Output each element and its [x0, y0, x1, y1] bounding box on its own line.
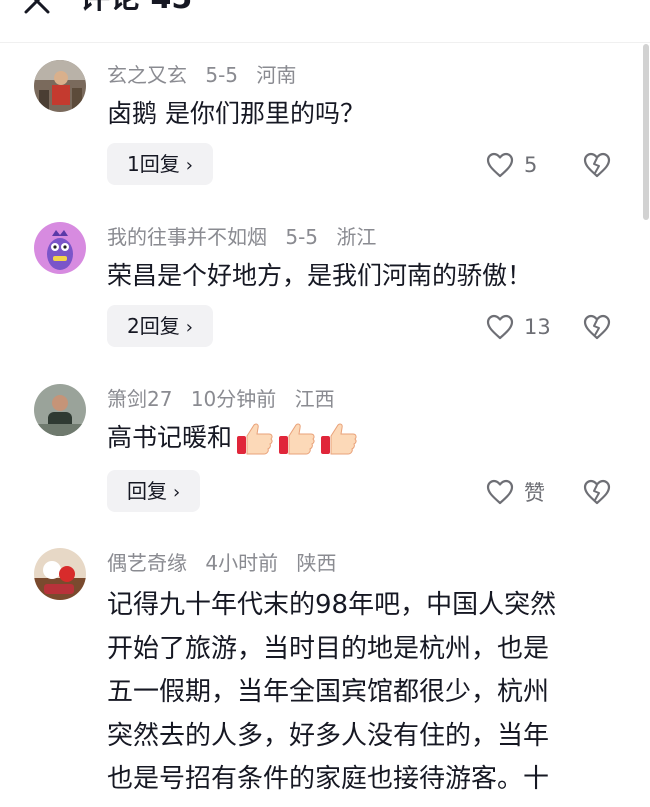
comment-time: 10分钟前	[190, 387, 277, 411]
like-count: 赞	[524, 481, 545, 505]
reply-button[interactable]: 回复 ›	[107, 470, 201, 512]
comment-time: 4小时前	[205, 551, 279, 575]
comment-time: 5-5	[285, 225, 319, 249]
close-icon[interactable]	[22, 0, 52, 16]
thumbs-up-emoji	[237, 423, 273, 455]
reply-button-label: 回复	[127, 479, 167, 503]
scrollbar[interactable]	[643, 44, 649, 220]
comment-text-line: 突然去的人多，好多人没有住的，当年	[107, 720, 550, 751]
comment-username[interactable]: 我的往事并不如烟	[107, 225, 267, 249]
reply-button-label: 2回复	[127, 314, 180, 338]
heart-outline-icon	[486, 152, 514, 178]
like-count: 5	[524, 153, 538, 177]
avatar[interactable]	[34, 548, 86, 600]
heart-outline-icon	[486, 314, 514, 340]
comment-text[interactable]: 荣昌是个好地方，是我们河南的骄傲！	[107, 259, 607, 293]
comment-region: 河南	[256, 63, 297, 87]
chevron-right-icon: ›	[185, 317, 193, 338]
chevron-right-icon: ›	[173, 482, 181, 503]
broken-heart-icon[interactable]	[583, 151, 611, 179]
like-count: 13	[524, 315, 551, 339]
comment-time: 5-5	[205, 63, 239, 87]
broken-heart-icon[interactable]	[583, 478, 611, 506]
like-button[interactable]: 赞	[486, 477, 545, 507]
page-title: 评论 45	[80, 0, 192, 14]
comment-username[interactable]: 偶艺奇缘	[107, 551, 187, 575]
avatar[interactable]	[34, 222, 86, 274]
reply-button-label: 1回复	[127, 152, 180, 176]
comment-region: 陕西	[296, 551, 337, 575]
comment-username[interactable]: 玄之又玄	[107, 63, 187, 87]
comment-text[interactable]: 记得九十年代末的98年吧，中国人突然 开始了旅游，当时目的地是杭州，也是 五一假…	[107, 584, 627, 802]
comment-meta: 偶艺奇缘 4小时前 陕西	[107, 551, 348, 575]
comment-text-body: 高书记暖和	[107, 423, 233, 452]
thumbs-up-emoji	[279, 423, 315, 455]
avatar[interactable]	[34, 384, 86, 436]
comment-text[interactable]: 高书记暖和	[107, 421, 607, 456]
broken-heart-icon[interactable]	[583, 313, 611, 341]
comments-header: 评论 45	[0, 0, 650, 43]
chevron-right-icon: ›	[185, 155, 193, 176]
comment-text-line: 五一假期，当年全国宾馆都很少，杭州	[107, 677, 550, 707]
comment-meta: 玄之又玄 5-5 河南	[107, 63, 308, 87]
comment-text-line: 开始了旅游，当时目的地是杭州，也是	[107, 633, 550, 664]
comment-meta: 我的往事并不如烟 5-5 浙江	[107, 225, 388, 249]
comment-region: 江西	[294, 387, 335, 411]
heart-outline-icon	[486, 479, 514, 505]
like-button[interactable]: 13	[486, 312, 551, 342]
reply-button[interactable]: 1回复 ›	[107, 143, 213, 185]
comment-meta: 箫剑27 10分钟前 江西	[107, 387, 347, 411]
thumbs-up-emoji	[321, 423, 357, 455]
comment-username[interactable]: 箫剑27	[107, 387, 172, 411]
like-button[interactable]: 5	[486, 150, 537, 180]
comment-text-line: 记得九十年代末的98年吧，中国人突然	[107, 590, 557, 620]
comment-region: 浙江	[336, 225, 377, 249]
comment-text-line: 也是号招有条件的家庭也接待游客。十	[107, 764, 550, 794]
comment-text[interactable]: 卤鹅 是你们那里的吗？	[107, 97, 607, 131]
reply-button[interactable]: 2回复 ›	[107, 305, 213, 347]
avatar[interactable]	[34, 60, 86, 112]
